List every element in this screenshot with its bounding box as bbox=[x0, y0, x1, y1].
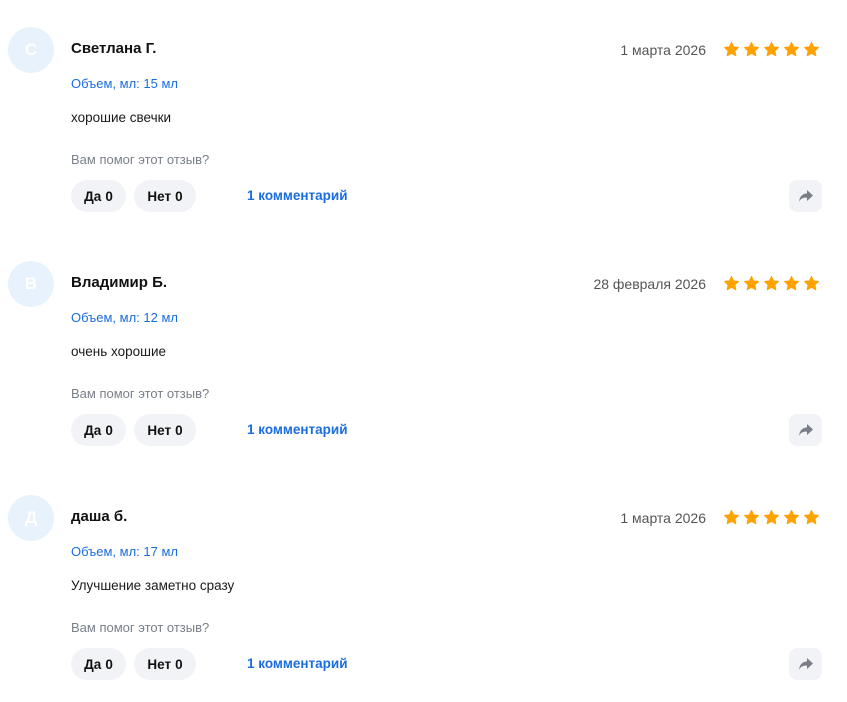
review-card: С Светлана Г. 1 марта 2026 Объем, мл: 15… bbox=[0, 0, 847, 234]
star-icon bbox=[724, 275, 739, 291]
avatar: Д bbox=[8, 495, 54, 541]
vote-no-count: 0 bbox=[175, 422, 183, 438]
vote-yes-button[interactable]: Да 0 bbox=[71, 648, 126, 680]
helpful-question: Вам помог этот отзыв? bbox=[71, 386, 210, 401]
rating-stars bbox=[723, 275, 820, 292]
vote-yes-count: 0 bbox=[105, 188, 113, 204]
share-button[interactable] bbox=[789, 414, 822, 446]
share-arrow-icon bbox=[798, 424, 813, 436]
reviewer-name: Владимир Б. bbox=[71, 274, 168, 291]
vote-yes-label: Да bbox=[84, 188, 102, 204]
vote-yes-count: 0 bbox=[105, 656, 113, 672]
comments-link[interactable]: 1 комментарий bbox=[247, 656, 348, 671]
star-icon bbox=[764, 509, 779, 525]
helpful-question: Вам помог этот отзыв? bbox=[71, 152, 210, 167]
star-icon bbox=[744, 41, 759, 57]
vote-no-count: 0 bbox=[175, 656, 183, 672]
review-text: хорошие свечки bbox=[71, 110, 172, 125]
vote-no-label: Нет bbox=[147, 422, 172, 438]
avatar: В bbox=[8, 261, 54, 307]
vote-no-button[interactable]: Нет 0 bbox=[134, 180, 196, 212]
share-arrow-icon bbox=[798, 190, 813, 202]
review-date: 1 марта 2026 bbox=[620, 510, 706, 526]
star-icon bbox=[804, 509, 819, 525]
vote-no-count: 0 bbox=[175, 188, 183, 204]
variant-volume: Объем, мл: 12 мл bbox=[71, 310, 178, 325]
vote-no-button[interactable]: Нет 0 bbox=[134, 648, 196, 680]
reviewer-name: даша б. bbox=[71, 508, 128, 525]
star-icon bbox=[784, 41, 799, 57]
vote-yes-count: 0 bbox=[105, 422, 113, 438]
review-text: Улучшение заметно сразу bbox=[71, 578, 235, 593]
star-icon bbox=[764, 41, 779, 57]
review-date: 1 марта 2026 bbox=[620, 42, 706, 58]
share-button[interactable] bbox=[789, 648, 822, 680]
avatar: С bbox=[8, 27, 54, 73]
vote-yes-button[interactable]: Да 0 bbox=[71, 180, 126, 212]
rating-stars bbox=[723, 509, 820, 526]
star-icon bbox=[724, 41, 739, 57]
variant-volume: Объем, мл: 15 мл bbox=[71, 76, 178, 91]
review-date: 28 февраля 2026 bbox=[593, 276, 706, 292]
helpful-question: Вам помог этот отзыв? bbox=[71, 620, 210, 635]
review-card: В Владимир Б. 28 февраля 2026 Объем, мл:… bbox=[0, 234, 847, 468]
vote-no-label: Нет bbox=[147, 656, 172, 672]
review-card: Д даша б. 1 марта 2026 Объем, мл: 17 мл … bbox=[0, 468, 847, 702]
star-icon bbox=[744, 509, 759, 525]
rating-stars bbox=[723, 41, 820, 58]
star-icon bbox=[744, 275, 759, 291]
reviewer-name: Светлана Г. bbox=[71, 40, 157, 57]
star-icon bbox=[784, 509, 799, 525]
star-icon bbox=[804, 41, 819, 57]
star-icon bbox=[764, 275, 779, 291]
review-text: очень хорошие bbox=[71, 344, 166, 359]
share-arrow-icon bbox=[798, 658, 813, 670]
share-button[interactable] bbox=[789, 180, 822, 212]
vote-yes-label: Да bbox=[84, 422, 102, 438]
star-icon bbox=[804, 275, 819, 291]
star-icon bbox=[784, 275, 799, 291]
vote-no-label: Нет bbox=[147, 188, 172, 204]
comments-link[interactable]: 1 комментарий bbox=[247, 188, 348, 203]
variant-volume: Объем, мл: 17 мл bbox=[71, 544, 178, 559]
vote-no-button[interactable]: Нет 0 bbox=[134, 414, 196, 446]
vote-yes-label: Да bbox=[84, 656, 102, 672]
vote-yes-button[interactable]: Да 0 bbox=[71, 414, 126, 446]
star-icon bbox=[724, 509, 739, 525]
comments-link[interactable]: 1 комментарий bbox=[247, 422, 348, 437]
